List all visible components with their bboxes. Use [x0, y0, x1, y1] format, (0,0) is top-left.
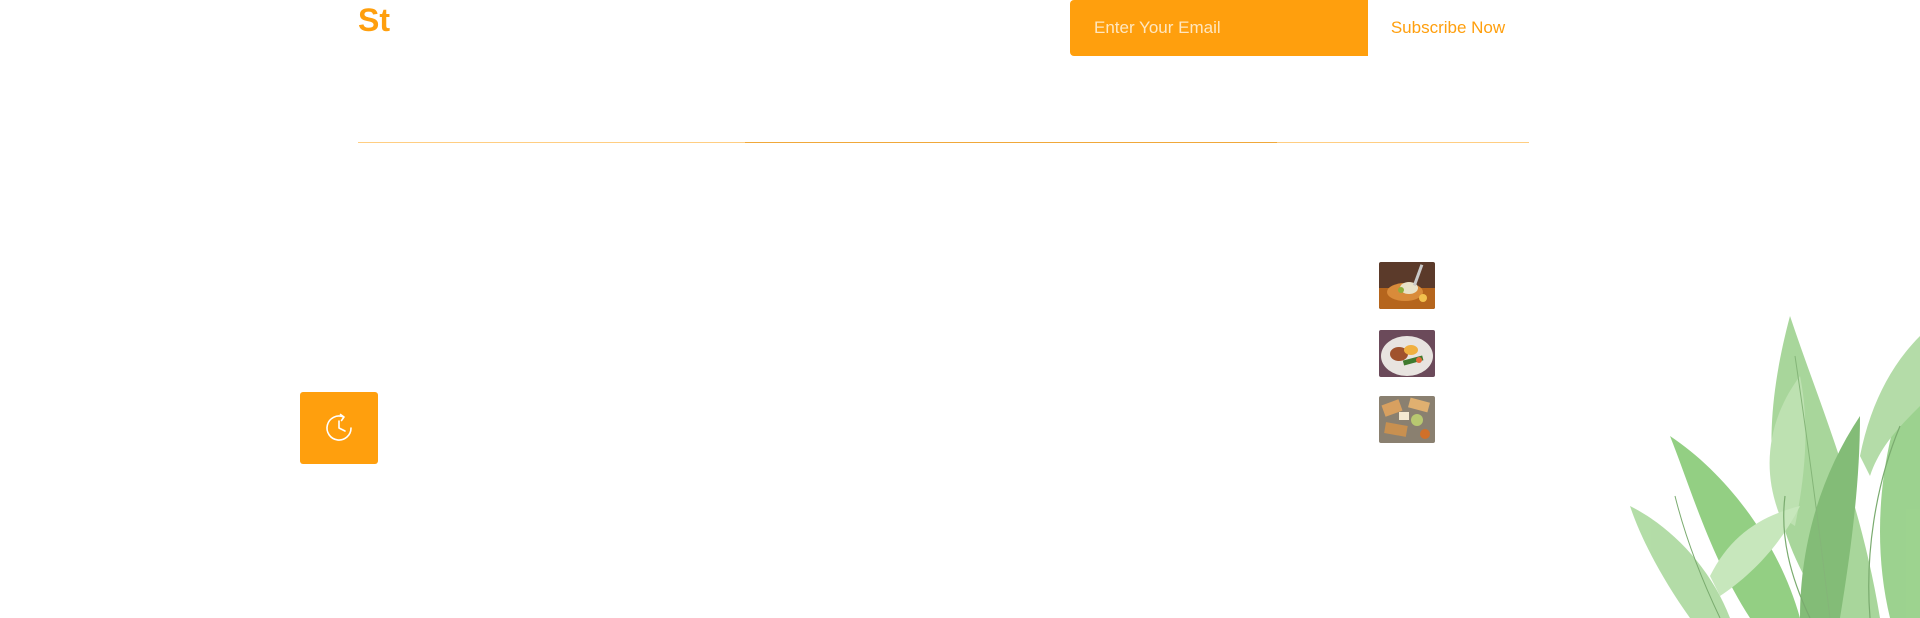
history-button[interactable] [300, 392, 378, 464]
food-thumbnail-2-image [1379, 330, 1435, 377]
food-thumbnail-3[interactable] [1379, 396, 1435, 443]
divider-highlight [745, 142, 1277, 143]
food-thumbnail-1[interactable] [1379, 262, 1435, 309]
food-thumbnail-3-image [1379, 396, 1435, 443]
email-input[interactable] [1070, 0, 1368, 56]
subscribe-button[interactable]: Subscribe Now [1368, 0, 1528, 56]
leaves-decoration [1630, 316, 1920, 618]
page: St Subscribe Now [0, 0, 1920, 618]
history-icon [326, 413, 352, 441]
food-thumbnail-2[interactable] [1379, 330, 1435, 377]
brand-logo-text[interactable]: St [358, 0, 390, 40]
food-thumbnail-1-image [1379, 262, 1435, 309]
newsletter-form: Subscribe Now [1070, 0, 1528, 56]
leaves-decoration-image [1630, 316, 1920, 618]
